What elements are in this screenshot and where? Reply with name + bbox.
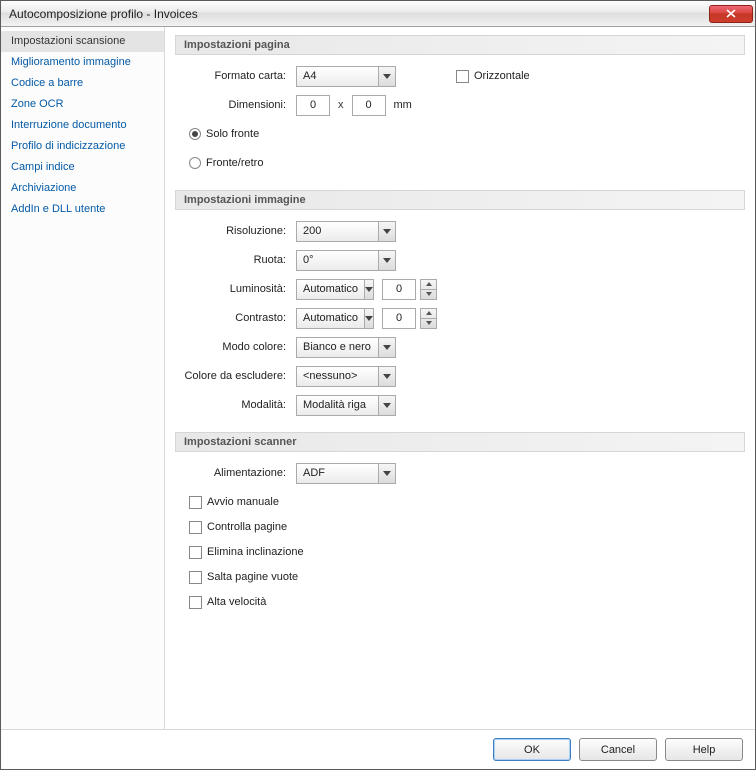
window: Autocomposizione profilo - Invoices Impo… [0, 0, 756, 770]
high-speed-checkbox[interactable] [189, 596, 202, 609]
content: Impostazioni pagina Formato carta: A4 Or… [165, 27, 755, 729]
high-speed-label: Alta velocità [207, 596, 266, 608]
dimensions-label: Dimensioni: [181, 99, 296, 111]
deskew-checkbox[interactable] [189, 546, 202, 559]
front-only-label: Solo fronte [206, 128, 259, 140]
paper-format-select[interactable]: A4 [296, 66, 396, 87]
chevron-down-icon [378, 251, 395, 270]
colormode-select[interactable]: Bianco e nero [296, 337, 396, 358]
chevron-down-icon [364, 309, 373, 328]
skip-blank-label: Salta pagine vuote [207, 571, 298, 583]
section-image-title: Impostazioni immagine [175, 190, 745, 210]
dropout-select[interactable]: <nessuno> [296, 366, 396, 387]
resolution-label: Risoluzione: [181, 225, 296, 237]
duplex-radio[interactable] [189, 157, 201, 169]
dim-height-input[interactable]: 0 [352, 95, 386, 116]
dim-times: x [338, 99, 344, 111]
sidebar-item-addins[interactable]: AddIn e DLL utente [1, 199, 164, 220]
feed-label: Alimentazione: [181, 467, 296, 479]
dim-width-input[interactable]: 0 [296, 95, 330, 116]
chevron-down-icon [421, 290, 436, 299]
chevron-down-icon [378, 396, 395, 415]
dim-unit: mm [394, 99, 412, 111]
check-pages-label: Controlla pagine [207, 521, 287, 533]
contrast-stepper[interactable] [420, 308, 437, 329]
check-pages-checkbox[interactable] [189, 521, 202, 534]
section-image: Risoluzione: 200 Ruota: 0° Luminosità: [175, 210, 745, 430]
sidebar-item-scan-settings[interactable]: Impostazioni scansione [1, 31, 164, 52]
contrast-select[interactable]: Automatico [296, 308, 374, 329]
chevron-down-icon [378, 367, 395, 386]
close-button[interactable] [709, 5, 753, 23]
rotate-select[interactable]: 0° [296, 250, 396, 271]
sidebar-item-barcode[interactable]: Codice a barre [1, 73, 164, 94]
brightness-label: Luminosità: [181, 283, 296, 295]
chevron-down-icon [378, 222, 395, 241]
help-button[interactable]: Help [665, 738, 743, 761]
cancel-button[interactable]: Cancel [579, 738, 657, 761]
mode-label: Modalità: [181, 399, 296, 411]
skip-blank-checkbox[interactable] [189, 571, 202, 584]
footer: OK Cancel Help [1, 729, 755, 769]
resolution-select[interactable]: 200 [296, 221, 396, 242]
brightness-input[interactable]: 0 [382, 279, 416, 300]
contrast-label: Contrasto: [181, 312, 296, 324]
sidebar: Impostazioni scansione Miglioramento imm… [1, 27, 165, 729]
duplex-label: Fronte/retro [206, 157, 263, 169]
sidebar-item-index-fields[interactable]: Campi indice [1, 157, 164, 178]
section-page-title: Impostazioni pagina [175, 35, 745, 55]
window-title: Autocomposizione profilo - Invoices [9, 7, 709, 21]
chevron-down-icon [378, 464, 395, 483]
chevron-up-icon [421, 309, 436, 319]
dropout-label: Colore da escludere: [181, 370, 296, 382]
brightness-stepper[interactable] [420, 279, 437, 300]
feed-select[interactable]: ADF [296, 463, 396, 484]
front-only-radio[interactable] [189, 128, 201, 140]
section-page: Formato carta: A4 Orizzontale Dimensioni… [175, 55, 745, 188]
manual-start-label: Avvio manuale [207, 496, 279, 508]
chevron-down-icon [421, 319, 436, 328]
landscape-label: Orizzontale [474, 70, 530, 82]
body: Impostazioni scansione Miglioramento imm… [1, 27, 755, 729]
sidebar-item-ocr-zones[interactable]: Zone OCR [1, 94, 164, 115]
colormode-label: Modo colore: [181, 341, 296, 353]
deskew-label: Elimina inclinazione [207, 546, 304, 558]
sidebar-item-image-enhance[interactable]: Miglioramento immagine [1, 52, 164, 73]
mode-select[interactable]: Modalità riga [296, 395, 396, 416]
landscape-checkbox[interactable] [456, 70, 469, 83]
titlebar: Autocomposizione profilo - Invoices [1, 1, 755, 27]
ok-button[interactable]: OK [493, 738, 571, 761]
sidebar-item-doc-break[interactable]: Interruzione documento [1, 115, 164, 136]
brightness-select[interactable]: Automatico [296, 279, 374, 300]
chevron-down-icon [364, 280, 373, 299]
chevron-up-icon [421, 280, 436, 290]
section-scanner: Alimentazione: ADF Avvio manuale Control… [175, 452, 745, 627]
chevron-down-icon [378, 338, 395, 357]
chevron-down-icon [378, 67, 395, 86]
section-scanner-title: Impostazioni scanner [175, 432, 745, 452]
paper-format-label: Formato carta: [181, 70, 296, 82]
contrast-input[interactable]: 0 [382, 308, 416, 329]
manual-start-checkbox[interactable] [189, 496, 202, 509]
close-icon [726, 9, 736, 18]
sidebar-item-archiving[interactable]: Archiviazione [1, 178, 164, 199]
rotate-label: Ruota: [181, 254, 296, 266]
sidebar-item-index-profile[interactable]: Profilo di indicizzazione [1, 136, 164, 157]
